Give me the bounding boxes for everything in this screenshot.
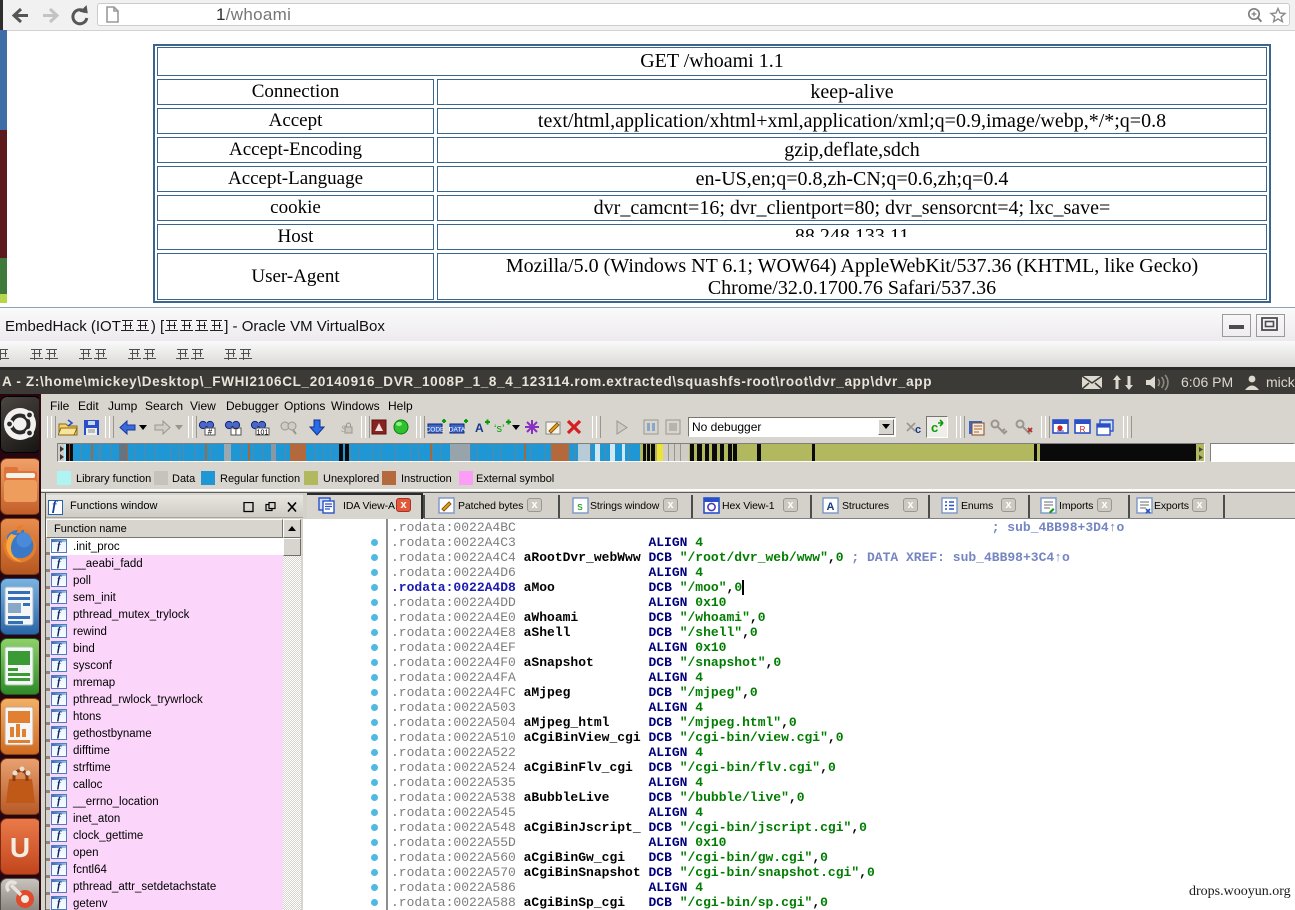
svg-text:‘s’: ‘s’	[494, 423, 504, 435]
svg-text:A: A	[475, 421, 484, 435]
svg-text:U: U	[10, 832, 30, 863]
svg-text:c: c	[931, 420, 938, 435]
svg-text:DATA: DATA	[449, 427, 466, 434]
svg-text:R: R	[1080, 425, 1086, 434]
svg-text:CODE: CODE	[427, 427, 445, 434]
svg-text:T: T	[234, 428, 239, 437]
svg-text:c: c	[915, 424, 921, 436]
svg-text:#: #	[208, 428, 213, 437]
svg-text:101: 101	[257, 430, 269, 437]
svg-text:s: s	[577, 501, 583, 513]
svg-text:A: A	[827, 501, 835, 513]
